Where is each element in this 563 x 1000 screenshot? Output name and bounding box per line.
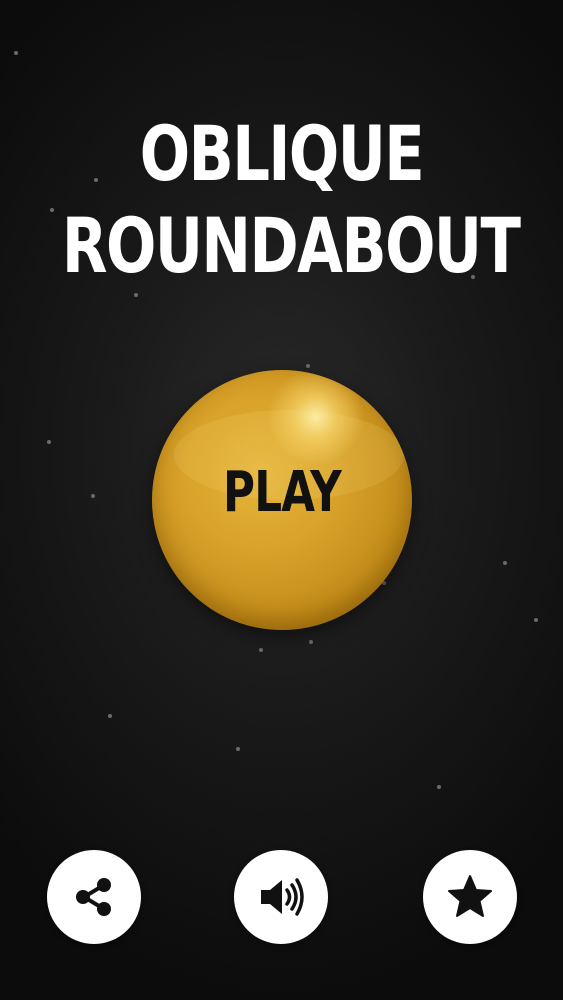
star	[134, 293, 138, 297]
star	[309, 640, 313, 644]
sound-button[interactable]	[234, 850, 328, 944]
play-button-label: PLAY	[223, 460, 342, 525]
star	[14, 51, 18, 55]
speaker-icon	[256, 872, 306, 922]
star-icon	[445, 872, 495, 922]
game-title-line-1: OBLIQUE	[139, 109, 425, 198]
star	[91, 494, 95, 498]
share-icon	[70, 873, 118, 921]
game-title: OBLIQUE ROUNDABOUT	[61, 108, 521, 292]
star	[259, 648, 263, 652]
star	[306, 364, 310, 368]
main-menu-screen: OBLIQUE ROUNDABOUT PLAY	[0, 0, 563, 1000]
star	[50, 208, 54, 212]
play-button[interactable]: PLAY	[152, 370, 412, 630]
game-title-line-2: ROUNDABOUT	[61, 201, 521, 290]
star	[108, 714, 112, 718]
star	[503, 561, 507, 565]
star	[236, 747, 240, 751]
rate-button[interactable]	[423, 850, 517, 944]
star	[534, 618, 538, 622]
star	[437, 785, 441, 789]
star	[47, 440, 51, 444]
share-button[interactable]	[47, 850, 141, 944]
